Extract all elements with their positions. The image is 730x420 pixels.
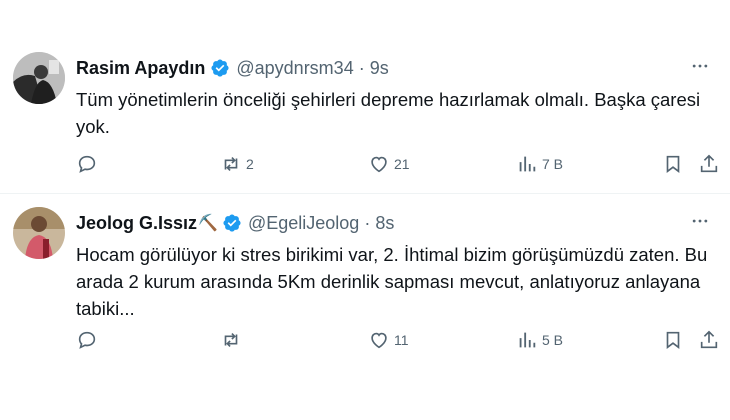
bookmark-icon [662,153,684,175]
tweet[interactable]: Rasim Apaydın @apydnrsm34 · 9s Tüm yönet… [0,40,730,190]
like-button[interactable]: 21 [368,152,410,176]
tweet-divider [0,193,730,194]
heart-icon [368,329,390,351]
reply-button[interactable] [76,328,102,352]
author-name[interactable]: Rasim Apaydın [76,58,205,79]
action-bar: 11 5 B [76,328,718,352]
views-chart-icon [516,153,538,175]
avatar[interactable] [13,207,65,259]
reply-button[interactable] [76,152,102,176]
share-button[interactable] [698,152,720,176]
like-button[interactable]: 11 [368,328,409,352]
avatar[interactable] [13,52,65,104]
heart-icon [368,153,390,175]
bookmark-button[interactable] [662,152,684,176]
more-dots-icon[interactable] [688,54,712,78]
bookmark-button[interactable] [662,328,684,352]
separator-dot: · [364,212,371,233]
action-bar: 2 21 7 B [76,152,718,176]
views-button[interactable]: 5 B [516,328,563,352]
retweet-icon [220,153,242,175]
views-count: 7 B [542,156,564,172]
like-count: 11 [394,332,409,348]
like-count: 21 [394,156,410,172]
tweet-text: Hocam görülüyor ki stres birikimi var, 2… [76,244,708,319]
share-icon [698,153,720,175]
timestamp[interactable]: 8s [375,213,394,234]
views-chart-icon [516,329,538,351]
separator-dot: · [358,57,365,78]
views-button[interactable]: 7 B [516,152,563,176]
retweet-icon [220,329,242,351]
tweet[interactable]: Jeolog G.Issız ⛏️ @EgeliJeolog · 8s Hoca… [0,195,730,375]
share-button[interactable] [698,328,720,352]
retweet-button[interactable]: 2 [220,152,254,176]
author-handle[interactable]: @apydnrsm34 [236,58,353,79]
verified-badge-icon [222,213,242,233]
views-count: 5 B [542,332,564,348]
more-dots-icon[interactable] [688,209,712,233]
author-handle[interactable]: @EgeliJeolog [248,213,359,234]
reply-icon [76,153,98,175]
verified-badge-icon [210,58,230,78]
retweet-count: 2 [246,156,254,172]
reply-icon [76,329,98,351]
timestamp[interactable]: 9s [370,58,389,79]
share-icon [698,329,720,351]
tweet-text: Tüm yönetimlerin önceliği şehirleri depr… [76,89,701,137]
bookmark-icon [662,329,684,351]
author-name[interactable]: Jeolog G.Issız [76,213,197,234]
name-emoji: ⛏️ [198,215,218,232]
retweet-button[interactable] [220,328,246,352]
